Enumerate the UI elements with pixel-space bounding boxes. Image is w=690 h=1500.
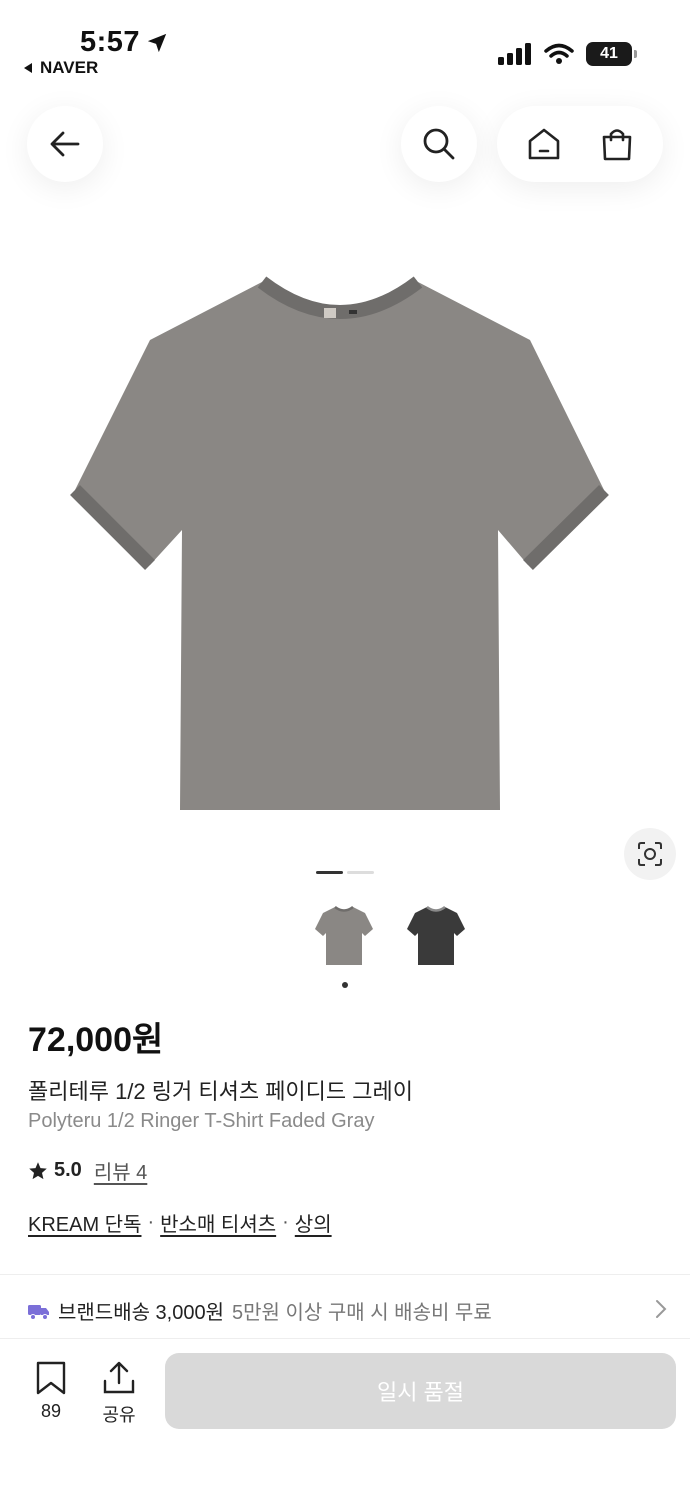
star-icon [29,1161,47,1179]
status-bar: 5:57 NAVER 41 [0,0,690,90]
black-tshirt-thumb [407,905,465,965]
signal-icon [498,43,531,65]
share-icon [103,1361,135,1394]
nav-pill [497,106,663,182]
battery-indicator: 41 [586,42,637,66]
sold-out-button[interactable]: 일시 품절 [165,1353,676,1429]
share-button[interactable]: 공유 [89,1361,149,1427]
color-thumbnails [306,898,474,974]
arrow-left-icon [50,131,80,157]
status-clock: 5:57 [80,26,168,59]
status-indicators: 41 [498,42,637,66]
section-divider [0,1274,690,1275]
wifi-icon [544,43,574,64]
product-image[interactable] [0,230,690,850]
truck-icon [28,1304,49,1320]
home-icon [528,128,559,160]
tshirt-image [70,276,609,810]
category-separator: · [282,1211,289,1233]
shopping-bag-icon [602,129,631,161]
save-button[interactable]: 89 [21,1361,81,1422]
category-exclusive-link[interactable]: KREAM 단독 [28,1208,141,1237]
category-sub-link[interactable]: 반소매 티셔츠 [160,1208,276,1237]
rating-score: 5.0 [54,1159,82,1181]
review-link[interactable]: 리뷰 4 [94,1156,147,1185]
thumbnail-black[interactable] [398,898,474,974]
product-name-korean: 폴리테루 1/2 링거 티셔츠 페이디드 그레이 [28,1079,413,1104]
cart-button[interactable] [587,114,647,174]
save-count: 89 [40,1401,62,1421]
image-page-indicator [316,871,374,874]
page-indicator-dot [316,871,343,874]
rating-row: 5.0 리뷰 4 [28,1156,147,1185]
category-breadcrumb: KREAM 단독 · 반소매 티셔츠 · 상의 [28,1208,332,1237]
thumbnail-gray[interactable] [306,898,382,974]
share-label: 공유 [102,1405,136,1425]
thumbnail-active-dot [342,982,348,988]
bookmark-icon [36,1361,66,1395]
shipping-description: 5만원 이상 구매 시 배송비 무료 [232,1302,492,1324]
search-icon [423,128,455,160]
back-button[interactable] [27,106,103,182]
bottom-action-bar: 89 공유 일시 품절 [0,1338,690,1500]
image-search-button[interactable] [624,828,676,880]
category-separator: · [147,1211,155,1233]
back-triangle-icon [24,63,32,73]
product-name-english: Polyteru 1/2 Ringer T-Shirt Faded Gray [28,1110,375,1132]
shipping-info-row[interactable]: 브랜드배송 3,000원 5만원 이상 구매 시 배송비 무료 [28,1296,668,1325]
page-indicator-dot [347,871,374,874]
chevron-right-icon [656,1300,667,1318]
gray-tshirt-thumb [315,905,373,965]
location-arrow-icon [147,33,167,52]
back-app-label: NAVER [40,58,99,77]
lens-scan-icon [638,842,662,866]
home-button[interactable] [514,114,574,174]
status-time: 5:57 [80,26,141,58]
product-price: 72,000원 [28,1021,164,1059]
back-to-app[interactable]: NAVER [22,58,98,78]
search-button[interactable] [401,106,477,182]
category-main-link[interactable]: 상의 [295,1208,332,1237]
shipping-title: 브랜드배송 3,000원 [58,1302,225,1324]
